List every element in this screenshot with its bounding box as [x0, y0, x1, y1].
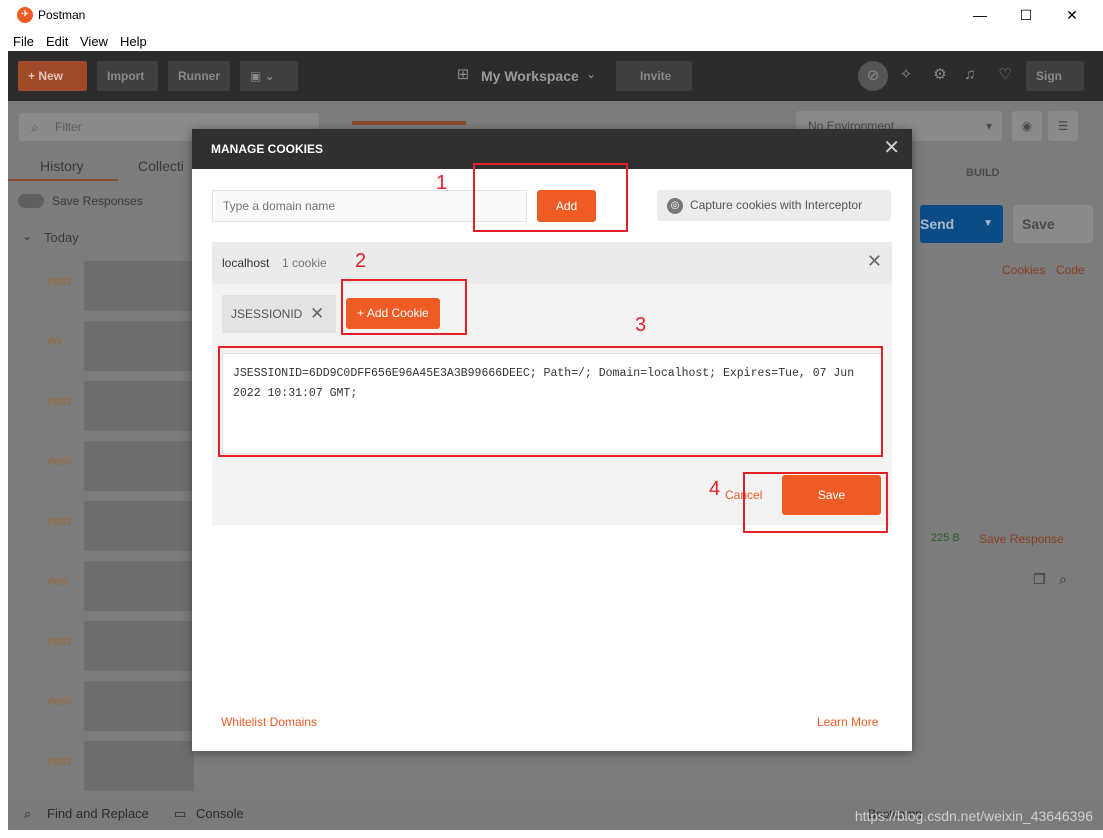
workspace-selector[interactable]: My Workspace	[481, 68, 579, 84]
annotation-box	[341, 279, 467, 335]
blurred-url	[84, 441, 194, 491]
group-today: Today	[44, 230, 79, 245]
tab-history[interactable]: History	[40, 158, 84, 174]
active-tab-indicator	[8, 179, 118, 181]
interceptor-label: Capture cookies with Interceptor	[690, 198, 863, 212]
send-button[interactable]: Send ▼	[920, 205, 1003, 243]
history-method: POST	[48, 517, 73, 527]
remove-cookie-icon[interactable]: ✕	[310, 295, 324, 333]
menu-view[interactable]: View	[80, 34, 108, 49]
domain-row: localhost 1 cookie ✕	[212, 242, 892, 284]
annotation-number: 4	[709, 478, 721, 500]
minimize-button[interactable]: —	[957, 0, 1003, 30]
history-method: POST	[48, 397, 73, 407]
menu-bar: File Edit View Help	[8, 30, 1103, 51]
history-method: POST	[48, 637, 73, 647]
search-icon: ⌕	[24, 806, 32, 821]
heart-icon[interactable]: ♡	[995, 65, 1015, 85]
save-responses-label: Save Responses	[52, 194, 143, 208]
annotation-number: 2	[355, 250, 367, 272]
history-method: POST	[48, 757, 73, 767]
send-label: Send	[920, 216, 955, 232]
learn-more-link[interactable]: Learn More	[817, 715, 878, 729]
whitelist-domains-link[interactable]: Whitelist Domains	[221, 715, 317, 729]
chevron-down-icon: ▾	[985, 119, 992, 133]
settings-sliders-icon[interactable]: ☰	[1048, 111, 1078, 141]
window-title: Postman	[38, 8, 86, 22]
bell-icon[interactable]: ♫	[960, 65, 980, 85]
history-method: POST	[48, 697, 73, 707]
save-response-button[interactable]: Save Response	[979, 532, 1064, 546]
blurred-url	[84, 501, 194, 551]
chevron-down-icon: ⌄	[586, 67, 597, 81]
modal-title: MANAGE COOKIES	[211, 142, 324, 156]
annotation-number: 3	[635, 314, 647, 336]
close-window-button[interactable]: ✕	[1049, 0, 1095, 30]
active-request-tab	[352, 121, 466, 125]
title-bar: ✈ Postman — ☐ ✕	[8, 0, 1103, 30]
blurred-url	[84, 741, 194, 791]
menu-edit[interactable]: Edit	[46, 34, 68, 49]
console-icon: ▭	[174, 806, 187, 821]
cookie-count: 1 cookie	[282, 256, 327, 270]
history-method: POST	[48, 277, 73, 287]
save-request-label: Save	[1022, 216, 1055, 232]
sign-in-button[interactable]: Sign In	[1026, 61, 1084, 113]
copy-icon[interactable]: ❐	[1033, 571, 1046, 588]
menu-help[interactable]: Help	[120, 34, 147, 49]
sync-off-icon[interactable]: ⊘	[858, 61, 888, 91]
chevron-down-icon: ⌄	[22, 229, 33, 243]
import-button[interactable]: Import	[97, 61, 158, 91]
new-button[interactable]: + New	[18, 61, 87, 91]
cookies-link[interactable]: Cookies	[1002, 263, 1045, 277]
runner-button[interactable]: Runner	[168, 61, 230, 91]
search-icon[interactable]: ⌕	[1059, 571, 1067, 588]
annotation-box	[218, 346, 883, 457]
close-icon[interactable]: ✕	[883, 138, 900, 158]
console-button[interactable]: Console	[196, 806, 244, 821]
history-method: PO	[48, 337, 62, 347]
workspace-grid-icon: ⊞	[456, 66, 470, 83]
annotation-box	[473, 163, 628, 232]
filter-placeholder: Filter	[55, 120, 82, 134]
eye-icon[interactable]: ◉	[1012, 111, 1042, 141]
blurred-url	[84, 261, 194, 311]
remove-domain-icon[interactable]: ✕	[867, 251, 882, 272]
blurred-url	[84, 561, 194, 611]
interceptor-icon: ◎	[667, 198, 683, 214]
history-method: POS	[48, 577, 68, 587]
cookie-chip[interactable]: JSESSIONID ✕	[222, 295, 336, 333]
satellite-icon[interactable]: ✧	[896, 65, 916, 85]
postman-logo-icon: ✈	[17, 7, 33, 23]
find-replace-button[interactable]: Find and Replace	[47, 806, 149, 821]
chevron-down-icon: ▼	[983, 218, 993, 229]
annotation-box	[743, 472, 888, 533]
app-header: + New Import Runner ▣ ⌄ ⊞ My Workspace ⌄…	[8, 51, 1103, 113]
blurred-url	[84, 681, 194, 731]
blurred-url	[84, 621, 194, 671]
gear-icon[interactable]: ⚙	[930, 65, 950, 85]
new-window-button[interactable]: ▣ ⌄	[240, 61, 298, 91]
history-method: POST	[48, 457, 73, 467]
search-icon: ⌕	[31, 119, 39, 135]
menu-file[interactable]: File	[13, 34, 34, 49]
invite-button[interactable]: Invite	[616, 61, 692, 91]
maximize-button[interactable]: ☐	[1003, 0, 1049, 30]
response-size: 225 B	[931, 532, 960, 544]
blurred-url	[84, 381, 194, 431]
code-link[interactable]: Code	[1056, 263, 1085, 277]
blurred-url	[84, 321, 194, 371]
tab-collections[interactable]: Collecti	[138, 158, 184, 174]
watermark: https://blog.csdn.net/weixin_43646396	[854, 808, 1093, 824]
build-label: BUILD	[966, 167, 1000, 179]
save-responses-toggle[interactable]	[18, 194, 44, 208]
domain-name: localhost	[222, 256, 270, 270]
save-request-button[interactable]: Save	[1013, 205, 1093, 243]
cookie-chip-label: JSESSIONID	[231, 307, 303, 321]
capture-interceptor-button[interactable]: ◎ Capture cookies with Interceptor	[657, 190, 891, 221]
annotation-number: 1	[436, 172, 448, 194]
